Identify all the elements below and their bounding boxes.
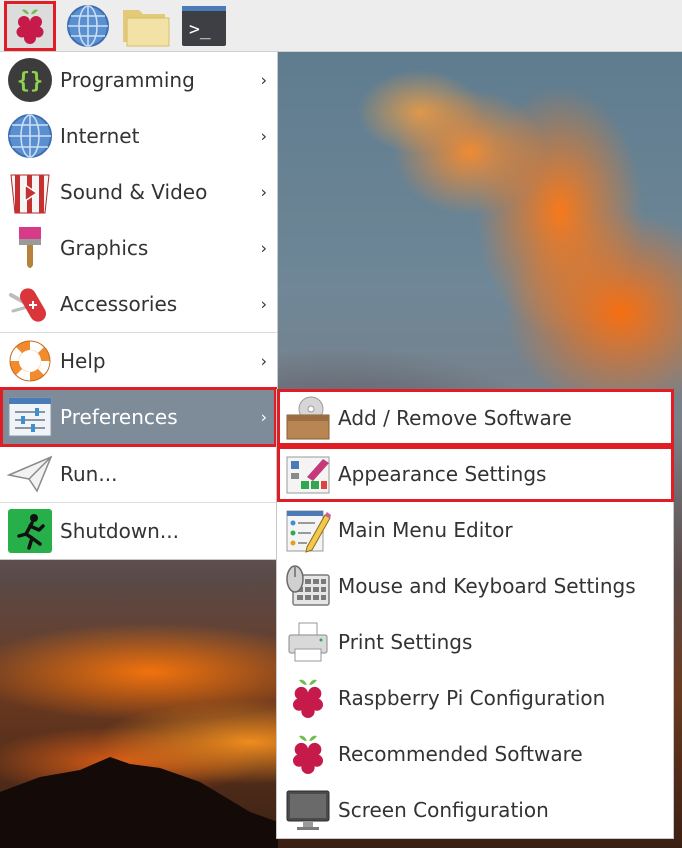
submenu-item-label: Recommended Software	[338, 742, 583, 766]
palette-swatch-icon	[284, 450, 332, 498]
menu-item-accessories[interactable]: Accessories ›	[0, 276, 277, 332]
menu-editor-pencil-icon	[284, 506, 332, 554]
menu-item-help[interactable]: Help ›	[0, 333, 277, 389]
paintbrush-icon	[6, 224, 54, 272]
submenu-item-appearance-settings[interactable]: Appearance Settings	[277, 446, 674, 502]
exit-runner-icon	[6, 507, 54, 555]
submenu-item-print-settings[interactable]: Print Settings	[277, 614, 673, 670]
menu-item-label: Run...	[60, 462, 118, 486]
menu-item-internet[interactable]: Internet ›	[0, 108, 277, 164]
popcorn-video-icon	[6, 168, 54, 216]
paper-plane-icon	[6, 450, 54, 498]
raspberry-icon	[284, 674, 332, 722]
settings-sliders-icon	[6, 393, 54, 441]
submenu-item-label: Screen Configuration	[338, 798, 549, 822]
submenu-item-label: Print Settings	[338, 630, 473, 654]
chevron-right-icon: ›	[260, 294, 267, 314]
chevron-right-icon: ›	[260, 126, 267, 146]
chevron-right-icon: ›	[260, 351, 267, 371]
lifebuoy-icon	[6, 337, 54, 385]
chevron-right-icon: ›	[260, 182, 267, 202]
chevron-right-icon: ›	[260, 70, 267, 90]
raspberry-icon	[12, 6, 48, 46]
terminal-icon: >_	[181, 5, 227, 47]
menu-item-graphics[interactable]: Graphics ›	[0, 220, 277, 276]
menu-item-label: Help	[60, 349, 106, 373]
menu-item-programming[interactable]: {} Programming ›	[0, 52, 277, 108]
submenu-item-raspberry-pi-configuration[interactable]: Raspberry Pi Configuration	[277, 670, 673, 726]
chevron-right-icon: ›	[260, 407, 267, 427]
menu-item-label: Shutdown...	[60, 519, 179, 543]
submenu-item-recommended-software[interactable]: Recommended Software	[277, 726, 673, 782]
submenu-item-add-remove-software[interactable]: Add / Remove Software	[277, 389, 674, 446]
svg-text:{}: {}	[17, 69, 44, 94]
menu-item-label: Graphics	[60, 236, 149, 260]
submenu-item-main-menu-editor[interactable]: Main Menu Editor	[277, 502, 673, 558]
menu-item-label: Internet	[60, 124, 140, 148]
globe-icon	[66, 4, 110, 48]
submenu-item-label: Appearance Settings	[338, 462, 547, 486]
submenu-item-label: Add / Remove Software	[338, 406, 572, 430]
braces-icon: {}	[6, 56, 54, 104]
taskbar: >_	[0, 0, 682, 52]
menu-item-shutdown[interactable]: Shutdown...	[0, 503, 277, 559]
file-manager-button[interactable]	[120, 1, 172, 51]
raspberry-menu-button[interactable]	[4, 0, 56, 51]
chevron-right-icon: ›	[260, 238, 267, 258]
menu-item-preferences[interactable]: Preferences ›	[0, 387, 277, 447]
submenu-item-mouse-keyboard-settings[interactable]: Mouse and Keyboard Settings	[277, 558, 673, 614]
main-menu: {} Programming › Internet › Sound & Vide…	[0, 52, 278, 560]
package-disc-icon	[284, 394, 332, 442]
globe-icon	[6, 112, 54, 160]
menu-item-label: Accessories	[60, 292, 178, 316]
menu-item-sound-video[interactable]: Sound & Video ›	[0, 164, 277, 220]
terminal-button[interactable]: >_	[178, 1, 230, 51]
svg-text:>_: >_	[189, 19, 211, 40]
folder-icon	[121, 4, 171, 48]
printer-icon	[284, 618, 332, 666]
raspberry-icon	[284, 730, 332, 778]
preferences-submenu: Add / Remove Software Appearance Setting…	[276, 389, 674, 839]
submenu-item-screen-configuration[interactable]: Screen Configuration	[277, 782, 673, 838]
swiss-knife-icon	[6, 280, 54, 328]
menu-item-label: Sound & Video	[60, 180, 208, 204]
submenu-item-label: Raspberry Pi Configuration	[338, 686, 606, 710]
mouse-keyboard-icon	[284, 562, 332, 610]
submenu-item-label: Main Menu Editor	[338, 518, 513, 542]
web-browser-button[interactable]	[62, 1, 114, 51]
menu-item-label: Programming	[60, 68, 195, 92]
monitor-icon	[284, 786, 332, 834]
submenu-item-label: Mouse and Keyboard Settings	[338, 574, 636, 598]
menu-item-run[interactable]: Run...	[0, 446, 277, 502]
menu-item-label: Preferences	[60, 405, 178, 429]
